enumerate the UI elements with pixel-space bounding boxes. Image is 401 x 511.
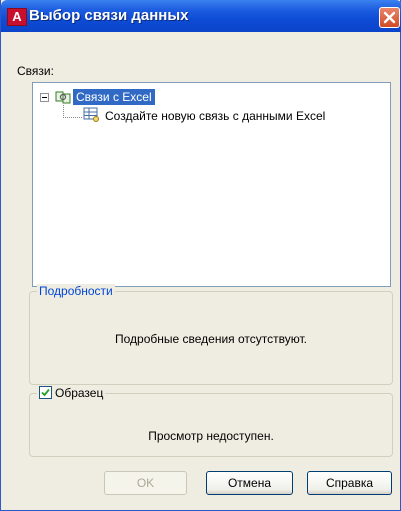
sample-checkbox[interactable] <box>39 386 52 399</box>
sample-text: Просмотр недоступен. <box>148 429 274 443</box>
ok-button[interactable]: OK <box>104 471 187 495</box>
details-legend: Подробности <box>37 284 115 298</box>
checkmark-icon <box>41 388 50 397</box>
sample-label: Образец <box>55 386 104 400</box>
collapse-toggle-icon[interactable] <box>40 93 49 102</box>
details-text: Подробные сведения отсутствуют. <box>115 332 307 346</box>
excel-links-icon <box>55 91 71 104</box>
cancel-button[interactable]: Отмена <box>206 471 293 495</box>
window-title: Выбор связи данных <box>29 7 189 24</box>
autocad-app-icon: A <box>7 8 27 26</box>
tree-connector <box>63 105 82 118</box>
data-link-dialog: A Выбор связи данных Связи: Связи с Exce… <box>0 0 401 511</box>
sample-group: Образец Просмотр недоступен. <box>29 386 393 457</box>
links-label: Связи: <box>17 64 54 78</box>
tree-item-create-excel-link[interactable]: Создайте новую связь с данными Excel <box>105 109 325 123</box>
close-button[interactable] <box>379 7 400 28</box>
title-bar[interactable]: A Выбор связи данных <box>1 0 401 32</box>
help-button[interactable]: Справка <box>307 471 392 495</box>
links-tree[interactable]: Связи с Excel Создайте новую связь с дан… <box>32 82 391 287</box>
close-icon <box>383 11 396 24</box>
sample-legend[interactable]: Образец <box>37 386 106 400</box>
table-link-icon <box>83 107 99 122</box>
details-group: Подробности Подробные сведения отсутству… <box>29 284 393 385</box>
tree-item-excel-links[interactable]: Связи с Excel <box>73 89 155 105</box>
